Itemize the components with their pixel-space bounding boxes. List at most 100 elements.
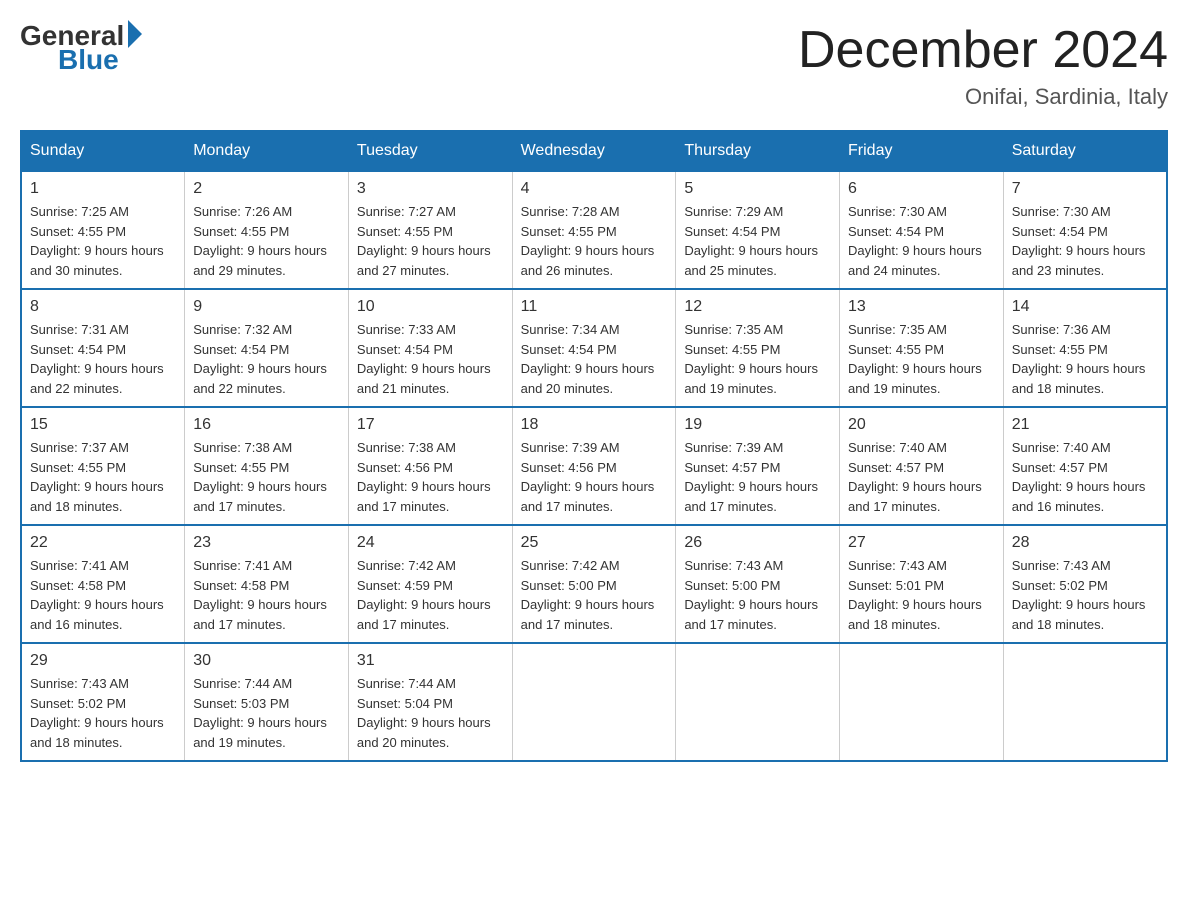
day-number: 27	[848, 534, 995, 552]
calendar-day-18: 18 Sunrise: 7:39 AM Sunset: 4:56 PM Dayl…	[512, 407, 676, 525]
calendar-day-24: 24 Sunrise: 7:42 AM Sunset: 4:59 PM Dayl…	[348, 525, 512, 643]
day-number: 23	[193, 534, 340, 552]
day-info: Sunrise: 7:30 AM Sunset: 4:54 PM Dayligh…	[1012, 202, 1158, 280]
calendar-day-1: 1 Sunrise: 7:25 AM Sunset: 4:55 PM Dayli…	[21, 171, 185, 289]
calendar-day-8: 8 Sunrise: 7:31 AM Sunset: 4:54 PM Dayli…	[21, 289, 185, 407]
day-number: 1	[30, 180, 176, 198]
location-subtitle: Onifai, Sardinia, Italy	[798, 84, 1168, 110]
day-number: 16	[193, 416, 340, 434]
day-info: Sunrise: 7:28 AM Sunset: 4:55 PM Dayligh…	[521, 202, 668, 280]
day-info: Sunrise: 7:40 AM Sunset: 4:57 PM Dayligh…	[848, 438, 995, 516]
col-friday: Friday	[840, 131, 1004, 171]
calendar-day-28: 28 Sunrise: 7:43 AM Sunset: 5:02 PM Dayl…	[1003, 525, 1167, 643]
calendar-day-22: 22 Sunrise: 7:41 AM Sunset: 4:58 PM Dayl…	[21, 525, 185, 643]
day-info: Sunrise: 7:37 AM Sunset: 4:55 PM Dayligh…	[30, 438, 176, 516]
day-number: 20	[848, 416, 995, 434]
day-info: Sunrise: 7:44 AM Sunset: 5:04 PM Dayligh…	[357, 674, 504, 752]
day-info: Sunrise: 7:43 AM Sunset: 5:02 PM Dayligh…	[30, 674, 176, 752]
calendar-day-7: 7 Sunrise: 7:30 AM Sunset: 4:54 PM Dayli…	[1003, 171, 1167, 289]
calendar-day-23: 23 Sunrise: 7:41 AM Sunset: 4:58 PM Dayl…	[185, 525, 349, 643]
calendar-day-10: 10 Sunrise: 7:33 AM Sunset: 4:54 PM Dayl…	[348, 289, 512, 407]
day-info: Sunrise: 7:35 AM Sunset: 4:55 PM Dayligh…	[684, 320, 831, 398]
day-info: Sunrise: 7:30 AM Sunset: 4:54 PM Dayligh…	[848, 202, 995, 280]
day-info: Sunrise: 7:42 AM Sunset: 5:00 PM Dayligh…	[521, 556, 668, 634]
col-thursday: Thursday	[676, 131, 840, 171]
calendar-day-3: 3 Sunrise: 7:27 AM Sunset: 4:55 PM Dayli…	[348, 171, 512, 289]
calendar-empty-4-4	[676, 643, 840, 761]
day-number: 6	[848, 180, 995, 198]
calendar-day-2: 2 Sunrise: 7:26 AM Sunset: 4:55 PM Dayli…	[185, 171, 349, 289]
calendar-day-12: 12 Sunrise: 7:35 AM Sunset: 4:55 PM Dayl…	[676, 289, 840, 407]
day-info: Sunrise: 7:32 AM Sunset: 4:54 PM Dayligh…	[193, 320, 340, 398]
calendar-day-11: 11 Sunrise: 7:34 AM Sunset: 4:54 PM Dayl…	[512, 289, 676, 407]
day-info: Sunrise: 7:27 AM Sunset: 4:55 PM Dayligh…	[357, 202, 504, 280]
day-number: 21	[1012, 416, 1158, 434]
calendar-day-5: 5 Sunrise: 7:29 AM Sunset: 4:54 PM Dayli…	[676, 171, 840, 289]
calendar-day-13: 13 Sunrise: 7:35 AM Sunset: 4:55 PM Dayl…	[840, 289, 1004, 407]
col-tuesday: Tuesday	[348, 131, 512, 171]
calendar-week-4: 22 Sunrise: 7:41 AM Sunset: 4:58 PM Dayl…	[21, 525, 1167, 643]
day-number: 9	[193, 298, 340, 316]
col-monday: Monday	[185, 131, 349, 171]
day-number: 8	[30, 298, 176, 316]
day-info: Sunrise: 7:31 AM Sunset: 4:54 PM Dayligh…	[30, 320, 176, 398]
calendar-day-17: 17 Sunrise: 7:38 AM Sunset: 4:56 PM Dayl…	[348, 407, 512, 525]
logo-triangle-icon	[128, 20, 142, 48]
calendar-table: Sunday Monday Tuesday Wednesday Thursday…	[20, 130, 1168, 762]
calendar-week-1: 1 Sunrise: 7:25 AM Sunset: 4:55 PM Dayli…	[21, 171, 1167, 289]
calendar-empty-4-6	[1003, 643, 1167, 761]
day-number: 5	[684, 180, 831, 198]
day-info: Sunrise: 7:35 AM Sunset: 4:55 PM Dayligh…	[848, 320, 995, 398]
calendar-day-16: 16 Sunrise: 7:38 AM Sunset: 4:55 PM Dayl…	[185, 407, 349, 525]
day-number: 17	[357, 416, 504, 434]
calendar-day-15: 15 Sunrise: 7:37 AM Sunset: 4:55 PM Dayl…	[21, 407, 185, 525]
day-number: 3	[357, 180, 504, 198]
calendar-day-21: 21 Sunrise: 7:40 AM Sunset: 4:57 PM Dayl…	[1003, 407, 1167, 525]
calendar-week-2: 8 Sunrise: 7:31 AM Sunset: 4:54 PM Dayli…	[21, 289, 1167, 407]
day-info: Sunrise: 7:44 AM Sunset: 5:03 PM Dayligh…	[193, 674, 340, 752]
day-info: Sunrise: 7:41 AM Sunset: 4:58 PM Dayligh…	[30, 556, 176, 634]
title-section: December 2024 Onifai, Sardinia, Italy	[798, 20, 1168, 110]
day-number: 15	[30, 416, 176, 434]
day-info: Sunrise: 7:42 AM Sunset: 4:59 PM Dayligh…	[357, 556, 504, 634]
calendar-day-26: 26 Sunrise: 7:43 AM Sunset: 5:00 PM Dayl…	[676, 525, 840, 643]
page-header: General Blue December 2024 Onifai, Sardi…	[20, 20, 1168, 110]
day-number: 18	[521, 416, 668, 434]
calendar-day-25: 25 Sunrise: 7:42 AM Sunset: 5:00 PM Dayl…	[512, 525, 676, 643]
day-number: 30	[193, 652, 340, 670]
day-info: Sunrise: 7:39 AM Sunset: 4:57 PM Dayligh…	[684, 438, 831, 516]
col-wednesday: Wednesday	[512, 131, 676, 171]
day-number: 22	[30, 534, 176, 552]
day-number: 25	[521, 534, 668, 552]
calendar-day-19: 19 Sunrise: 7:39 AM Sunset: 4:57 PM Dayl…	[676, 407, 840, 525]
calendar-day-20: 20 Sunrise: 7:40 AM Sunset: 4:57 PM Dayl…	[840, 407, 1004, 525]
day-info: Sunrise: 7:29 AM Sunset: 4:54 PM Dayligh…	[684, 202, 831, 280]
col-saturday: Saturday	[1003, 131, 1167, 171]
month-title: December 2024	[798, 20, 1168, 80]
calendar-day-4: 4 Sunrise: 7:28 AM Sunset: 4:55 PM Dayli…	[512, 171, 676, 289]
calendar-day-27: 27 Sunrise: 7:43 AM Sunset: 5:01 PM Dayl…	[840, 525, 1004, 643]
day-info: Sunrise: 7:26 AM Sunset: 4:55 PM Dayligh…	[193, 202, 340, 280]
day-info: Sunrise: 7:40 AM Sunset: 4:57 PM Dayligh…	[1012, 438, 1158, 516]
day-number: 10	[357, 298, 504, 316]
calendar-day-29: 29 Sunrise: 7:43 AM Sunset: 5:02 PM Dayl…	[21, 643, 185, 761]
day-info: Sunrise: 7:43 AM Sunset: 5:01 PM Dayligh…	[848, 556, 995, 634]
day-info: Sunrise: 7:41 AM Sunset: 4:58 PM Dayligh…	[193, 556, 340, 634]
day-number: 31	[357, 652, 504, 670]
day-number: 29	[30, 652, 176, 670]
calendar-day-6: 6 Sunrise: 7:30 AM Sunset: 4:54 PM Dayli…	[840, 171, 1004, 289]
logo-blue-text: Blue	[58, 44, 119, 76]
calendar-day-14: 14 Sunrise: 7:36 AM Sunset: 4:55 PM Dayl…	[1003, 289, 1167, 407]
logo: General Blue	[20, 20, 144, 76]
day-number: 24	[357, 534, 504, 552]
day-number: 28	[1012, 534, 1158, 552]
day-info: Sunrise: 7:43 AM Sunset: 5:00 PM Dayligh…	[684, 556, 831, 634]
day-info: Sunrise: 7:25 AM Sunset: 4:55 PM Dayligh…	[30, 202, 176, 280]
day-info: Sunrise: 7:34 AM Sunset: 4:54 PM Dayligh…	[521, 320, 668, 398]
calendar-week-5: 29 Sunrise: 7:43 AM Sunset: 5:02 PM Dayl…	[21, 643, 1167, 761]
day-info: Sunrise: 7:38 AM Sunset: 4:56 PM Dayligh…	[357, 438, 504, 516]
calendar-empty-4-5	[840, 643, 1004, 761]
day-number: 13	[848, 298, 995, 316]
calendar-day-31: 31 Sunrise: 7:44 AM Sunset: 5:04 PM Dayl…	[348, 643, 512, 761]
col-sunday: Sunday	[21, 131, 185, 171]
